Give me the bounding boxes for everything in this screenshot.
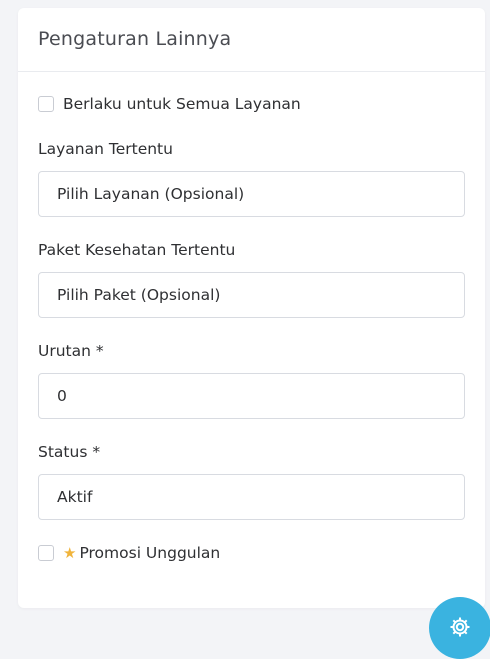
- featured-promo-label: Promosi Unggulan: [79, 544, 221, 562]
- package-select[interactable]: Pilih Paket (Opsional): [38, 272, 465, 318]
- service-label: Layanan Tertentu: [38, 140, 173, 158]
- package-field: Paket Kesehatan Tertentu Pilih Paket (Op…: [38, 240, 465, 318]
- service-select[interactable]: Pilih Layanan (Opsional): [38, 171, 465, 217]
- featured-promo-checkbox[interactable]: [38, 545, 54, 561]
- status-label: Status *: [38, 443, 101, 461]
- card-header: Pengaturan Lainnya: [18, 8, 485, 72]
- card-body: Berlaku untuk Semua Layanan Layanan Tert…: [18, 72, 485, 563]
- apply-all-services-row[interactable]: Berlaku untuk Semua Layanan: [38, 94, 465, 114]
- other-settings-card: Pengaturan Lainnya Berlaku untuk Semua L…: [18, 8, 485, 608]
- apply-all-services-label: Berlaku untuk Semua Layanan: [63, 95, 301, 113]
- service-select-value: Pilih Layanan (Opsional): [57, 185, 245, 203]
- apply-all-services-checkbox[interactable]: [38, 96, 54, 112]
- status-field: Status * Aktif: [38, 442, 465, 520]
- star-icon: ★: [63, 543, 77, 562]
- card-title: Pengaturan Lainnya: [38, 28, 232, 50]
- order-field: Urutan * 0: [38, 341, 465, 419]
- status-select[interactable]: Aktif: [38, 474, 465, 520]
- featured-promo-row[interactable]: ★ Promosi Unggulan: [38, 543, 465, 563]
- order-input[interactable]: 0: [38, 373, 465, 419]
- order-input-value: 0: [57, 387, 67, 405]
- status-select-value: Aktif: [57, 488, 93, 506]
- settings-fab-button[interactable]: [429, 597, 490, 659]
- package-select-value: Pilih Paket (Opsional): [57, 286, 221, 304]
- order-label: Urutan *: [38, 342, 104, 360]
- package-label: Paket Kesehatan Tertentu: [38, 241, 236, 259]
- gear-icon: [450, 617, 470, 637]
- service-field: Layanan Tertentu Pilih Layanan (Opsional…: [38, 139, 465, 217]
